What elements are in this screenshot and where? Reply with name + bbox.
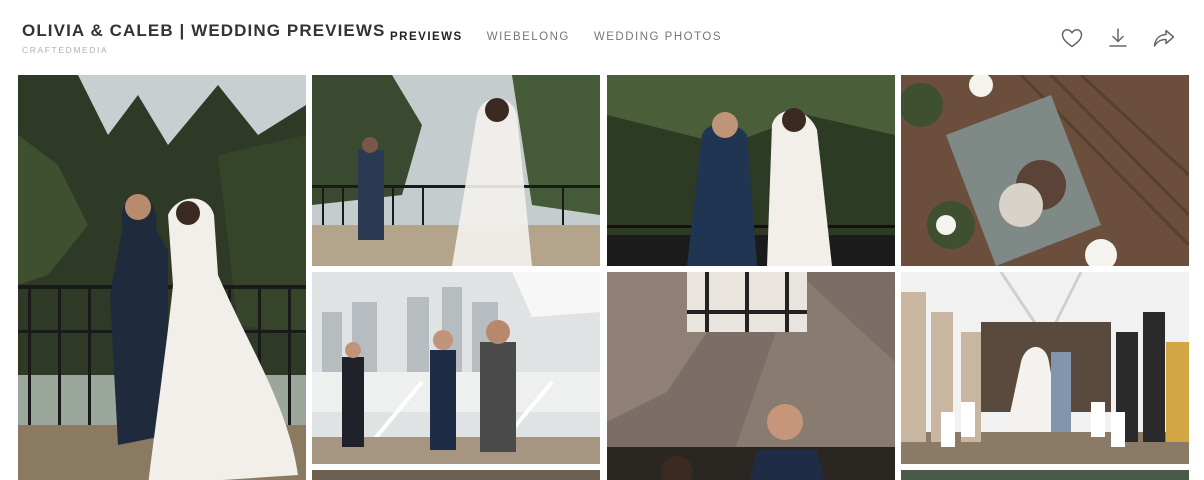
share-icon[interactable]	[1152, 26, 1176, 50]
photo-image	[312, 75, 600, 266]
photo-image	[18, 75, 306, 480]
gallery-header: OLIVIA & CALEB | WEDDING PREVIEWS CRAFTE…	[0, 0, 1204, 75]
photo-row3-a[interactable]	[312, 470, 600, 480]
photo-first-look[interactable]	[607, 75, 895, 266]
photo-aisle-walk[interactable]	[901, 272, 1189, 464]
photo-image	[901, 272, 1189, 464]
gallery-title: OLIVIA & CALEB | WEDDING PREVIEWS	[22, 21, 386, 40]
photo-bride-veil[interactable]	[312, 75, 600, 266]
photo-image	[312, 470, 600, 480]
heart-icon[interactable]	[1060, 26, 1084, 50]
photo-officiant[interactable]	[312, 272, 600, 464]
gallery-subtitle: CRAFTEDMEDIA	[22, 45, 109, 55]
photo-image	[901, 75, 1189, 266]
photo-couple-railing[interactable]	[18, 75, 306, 480]
nav-tab-wedding-photos[interactable]: WEDDING PHOTOS	[594, 31, 722, 43]
photo-tudor-roof[interactable]	[607, 272, 895, 480]
header-actions	[1060, 26, 1176, 50]
photo-row3-b[interactable]	[901, 470, 1189, 480]
nav-tab-wiebelong[interactable]: WIEBELONG	[487, 31, 570, 43]
photo-image	[607, 75, 895, 266]
photo-image	[312, 272, 600, 464]
gallery-nav: PREVIEWS WIEBELONG WEDDING PHOTOS	[390, 31, 722, 43]
photo-image	[901, 470, 1189, 480]
photo-image	[607, 272, 895, 480]
photo-invitation[interactable]	[901, 75, 1189, 266]
download-icon[interactable]	[1106, 26, 1130, 50]
nav-tab-previews[interactable]: PREVIEWS	[390, 31, 463, 43]
